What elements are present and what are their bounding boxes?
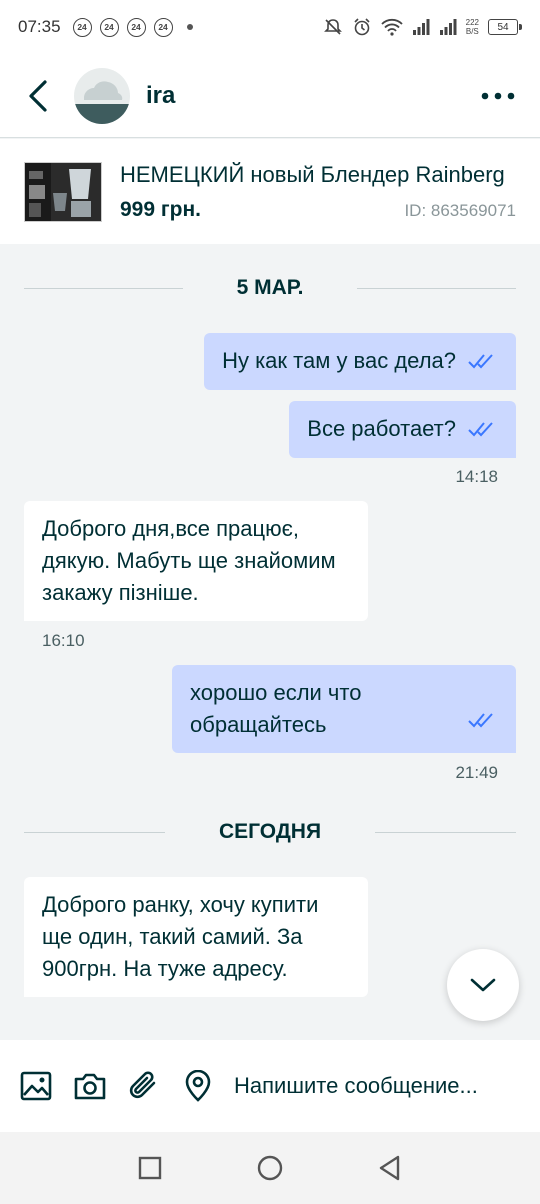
ad-id: ID: 863569071 [404, 200, 516, 220]
network-speed: 222 B/S [465, 18, 479, 36]
square-icon [138, 1156, 162, 1180]
notification-icon: 24 [126, 17, 146, 37]
gallery-button[interactable] [18, 1068, 54, 1104]
paperclip-icon [129, 1071, 156, 1099]
message-time: 21:49 [455, 763, 498, 782]
message-time: 16:10 [42, 631, 85, 650]
status-time: 07:35 [18, 17, 61, 36]
recent-apps-button[interactable] [130, 1148, 170, 1188]
message-bubble-incoming[interactable]: Доброго дня,все працює, дякую. Мабуть ще… [24, 501, 368, 621]
message-bubble-outgoing[interactable]: Ну как там у вас дела? [204, 333, 516, 391]
notification-icon: 24 [99, 17, 119, 37]
user-name[interactable]: ira [146, 82, 175, 110]
chat-header: ira [0, 54, 540, 138]
alarm-icon [354, 18, 370, 36]
signal-icon [439, 19, 457, 35]
system-nav-bar [0, 1132, 540, 1204]
chevron-left-icon [29, 79, 47, 112]
wifi-icon [380, 18, 403, 36]
message-bubble-incoming[interactable]: Доброго ранку, хочу купити ще один, таки… [24, 877, 368, 997]
signal-icon [412, 19, 430, 35]
notification-icon: 24 [153, 17, 173, 37]
ad-thumbnail [24, 161, 102, 222]
message-input[interactable] [234, 1073, 524, 1099]
avatar[interactable] [74, 67, 130, 124]
more-notifications-dot [186, 24, 193, 30]
circle-icon [257, 1155, 283, 1181]
ad-title: НЕМЕЦКИЙ новый Блендер Rainberg [120, 161, 505, 187]
message-composer [0, 1040, 540, 1132]
read-receipt-icon [468, 705, 498, 737]
read-receipt-icon [468, 346, 498, 378]
back-button[interactable] [18, 76, 58, 116]
location-pin-icon [185, 1070, 211, 1102]
triangle-back-icon [379, 1155, 400, 1181]
ad-price: 999 грн. [120, 197, 201, 221]
image-icon [20, 1071, 52, 1101]
camera-button[interactable] [72, 1068, 108, 1104]
message-time: 14:18 [455, 467, 498, 486]
scroll-to-bottom-button[interactable] [447, 949, 519, 1021]
mute-icon [323, 19, 342, 35]
ad-summary[interactable]: НЕМЕЦКИЙ новый Блендер Rainberg 999 грн.… [0, 139, 540, 244]
more-dots-icon [481, 92, 515, 99]
more-options-button[interactable] [478, 76, 518, 116]
back-nav-button[interactable] [370, 1148, 410, 1188]
message-bubble-outgoing[interactable]: хорошо если что обращайтесь [172, 665, 516, 753]
status-bar: 07:35 24 24 24 24 222 B/S 54 [0, 0, 540, 54]
date-separator: 5 МАР. [24, 276, 516, 300]
messages-list[interactable]: 5 МАР. Ну как там у вас дела? Все работа… [0, 244, 540, 1040]
location-button[interactable] [180, 1068, 216, 1104]
camera-icon [74, 1073, 106, 1100]
notification-icon: 24 [72, 17, 92, 37]
battery-icon: 54 [488, 19, 522, 35]
home-button[interactable] [250, 1148, 290, 1188]
chevron-down-icon [470, 978, 496, 992]
date-separator: СЕГОДНЯ [24, 820, 517, 844]
message-bubble-outgoing[interactable]: Все работает? [289, 401, 516, 459]
read-receipt-icon [468, 414, 498, 446]
attach-button[interactable] [126, 1068, 162, 1104]
